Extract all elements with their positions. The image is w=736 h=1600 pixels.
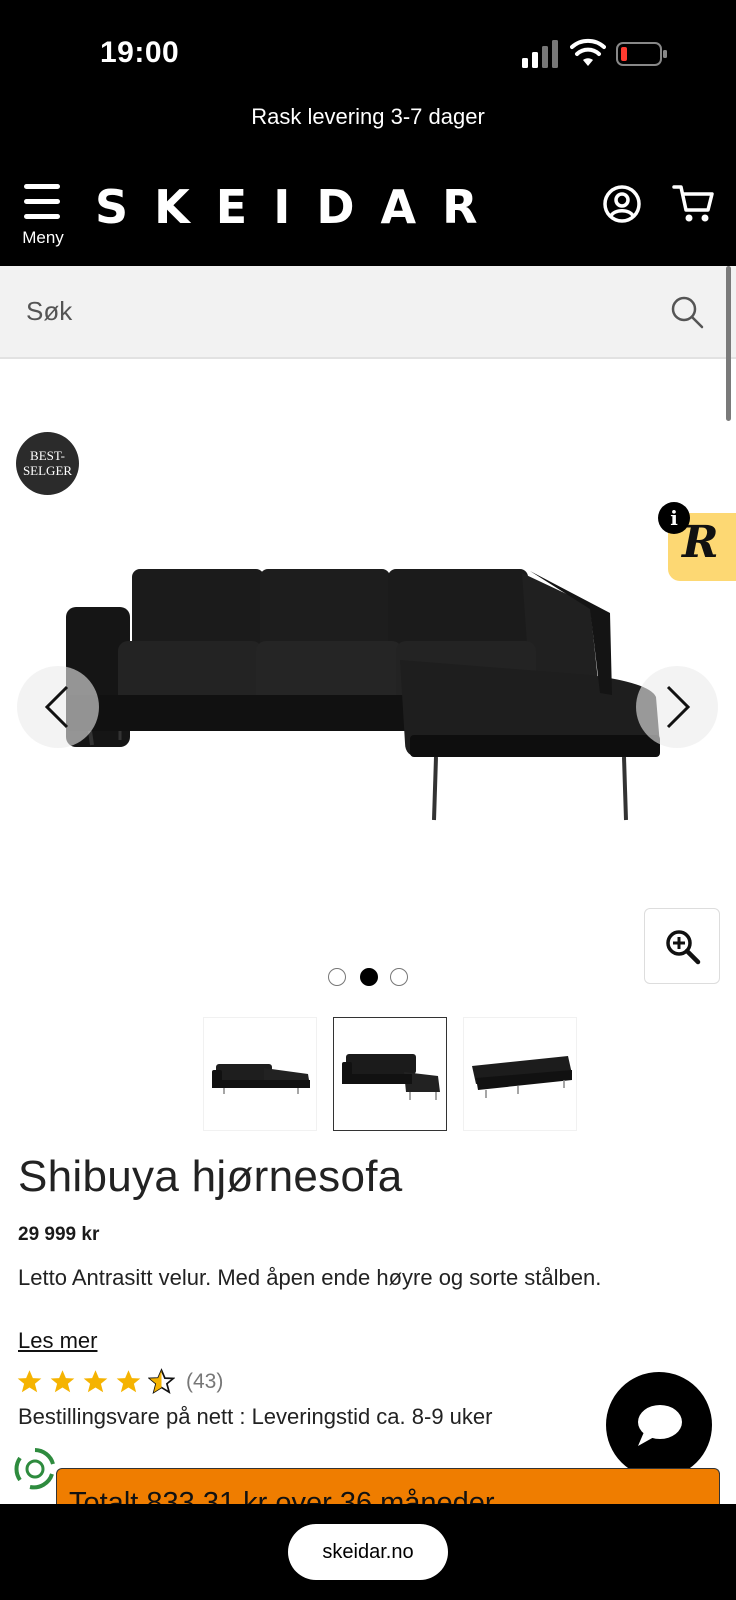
account-icon[interactable]	[602, 184, 642, 224]
badge-line-2: SELGER	[22, 463, 73, 478]
half-star-icon	[148, 1368, 175, 1395]
browser-toolbar: skeidar.no	[0, 1504, 736, 1600]
product-price: 29 999 kr	[18, 1224, 100, 1245]
product-image[interactable]	[60, 565, 680, 845]
menu-label: Meny	[22, 228, 64, 247]
financing-button[interactable]: Totalt 833,31 kr over 36 måneder	[56, 1468, 720, 1508]
cellular-signal-icon	[522, 40, 558, 68]
thumbnail-3[interactable]	[463, 1017, 577, 1131]
chat-icon	[638, 1405, 682, 1446]
carousel-dot-1[interactable]	[328, 968, 346, 986]
bestseller-badge: BEST- SELGER	[16, 432, 79, 495]
menu-icon	[24, 184, 60, 220]
page-scrollbar[interactable]	[726, 266, 731, 421]
search-icon[interactable]	[670, 295, 704, 329]
star-icon	[17, 1370, 42, 1393]
thumbnail-1[interactable]	[203, 1017, 317, 1131]
thumbnail-3-image	[472, 1056, 572, 1098]
badge-line-1: BEST-	[30, 448, 65, 463]
battery-icon	[616, 42, 667, 66]
chat-button[interactable]	[606, 1372, 712, 1478]
carousel-dot-2[interactable]	[360, 968, 378, 986]
star-icon	[116, 1370, 141, 1393]
thumbnail-2-image	[342, 1054, 440, 1100]
status-bar: 19:00	[0, 0, 736, 100]
promo-text: Rask levering 3-7 dager	[251, 104, 485, 129]
product-title: Shibuya hjørnesofa	[18, 1152, 403, 1201]
search-bar	[0, 266, 736, 359]
product-description: Letto Antrasitt velur. Med åpen ende høy…	[18, 1265, 602, 1290]
menu-button[interactable]: Meny	[18, 184, 68, 254]
zoom-in-icon	[666, 930, 701, 965]
delivery-info: Bestillingsvare på nett : Leveringstid c…	[18, 1404, 493, 1429]
zoom-button[interactable]	[644, 908, 720, 984]
thumbnail-1-image	[212, 1064, 310, 1094]
carousel-indicators	[328, 966, 412, 986]
star-icon	[83, 1370, 108, 1393]
search-input[interactable]	[26, 286, 646, 336]
info-icon[interactable]: i	[658, 502, 690, 534]
read-more-link[interactable]: Les mer	[18, 1328, 97, 1354]
cart-icon[interactable]	[672, 184, 716, 224]
review-count[interactable]: (43)	[186, 1370, 223, 1394]
chevron-left-icon	[44, 685, 69, 729]
next-image-button[interactable]	[636, 666, 718, 748]
site-header: Meny SKEIDAR	[0, 162, 736, 266]
star-icon	[50, 1370, 75, 1393]
site-logo[interactable]: SKEIDAR	[95, 180, 504, 234]
carousel-dot-3[interactable]	[390, 968, 408, 986]
thumbnail-2[interactable]	[333, 1017, 447, 1131]
promo-banner: Rask levering 3-7 dager	[0, 100, 736, 162]
chevron-right-icon	[666, 685, 691, 729]
status-time: 19:00	[100, 36, 180, 69]
recycle-icon[interactable]	[10, 1444, 60, 1494]
previous-image-button[interactable]	[17, 666, 99, 748]
address-bar[interactable]: skeidar.no	[288, 1524, 448, 1580]
wifi-icon	[570, 38, 606, 66]
